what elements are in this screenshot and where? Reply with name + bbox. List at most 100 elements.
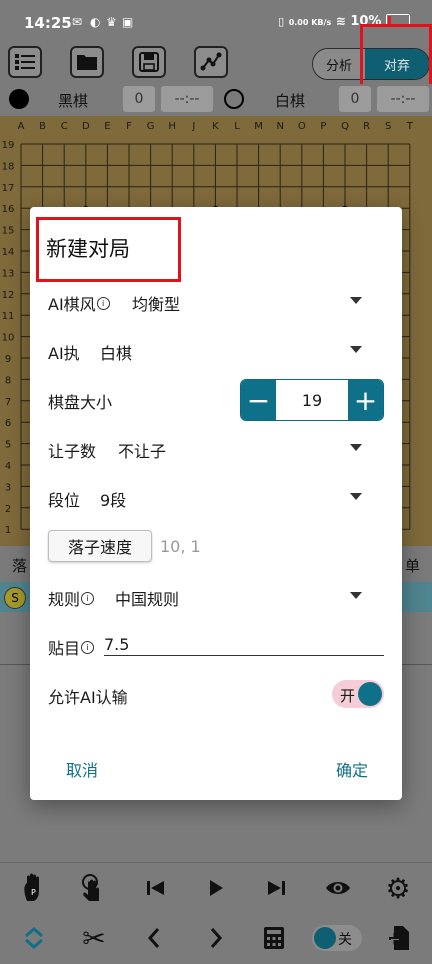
calculator-button[interactable] — [256, 920, 292, 956]
dropdown-arrow-icon — [350, 444, 362, 451]
board-size-value[interactable]: 19 — [276, 380, 348, 420]
play-icon — [210, 880, 223, 896]
pass-hand-icon: P — [24, 873, 39, 901]
divider — [0, 862, 432, 863]
row-label: 11 — [2, 311, 15, 322]
sequence-badge[interactable]: S — [4, 587, 26, 609]
pass-hand-button[interactable]: P — [16, 870, 52, 906]
column-label: J — [191, 121, 195, 132]
settings-button[interactable]: ⚙ — [380, 870, 416, 906]
bottom-toggle[interactable]: 关 — [312, 925, 362, 951]
wifi-icon: ≋ — [335, 14, 346, 28]
info-icon[interactable]: i — [81, 592, 95, 605]
column-label: Q — [341, 121, 349, 132]
row-label: 17 — [2, 183, 15, 194]
row-label: 4 — [5, 461, 11, 472]
row-label: 18 — [2, 161, 15, 172]
mail-icon: ✉ — [72, 15, 83, 29]
move-speed-button[interactable]: 落子速度 — [48, 530, 152, 562]
ai-style-label: AI棋风 i — [48, 291, 110, 315]
column-label: T — [406, 121, 414, 132]
row-label: 13 — [2, 268, 15, 279]
toggle-knob — [314, 927, 336, 949]
eye-icon — [326, 882, 350, 894]
row-label: 5 — [5, 440, 11, 451]
touch-button[interactable] — [74, 870, 110, 906]
column-label: D — [82, 121, 90, 132]
row-label: 19 — [2, 140, 15, 151]
toggle-on-label: 开 — [340, 687, 356, 705]
row-label: 15 — [2, 226, 15, 237]
rules-dropdown[interactable]: 规则 i 中国规则 — [48, 578, 384, 614]
next-button[interactable] — [198, 920, 234, 956]
list-button[interactable] — [8, 46, 42, 78]
row-label: 14 — [2, 247, 15, 258]
skip-forward-icon — [268, 881, 285, 895]
komi-label: 贴目 i — [48, 635, 95, 659]
analyze-tab[interactable]: 分析 — [313, 49, 365, 79]
board-size-label: 棋盘大小 — [48, 393, 113, 412]
black-time: --:-- — [161, 86, 213, 112]
white-captures: 0 — [339, 86, 371, 112]
add-document-button[interactable] — [382, 920, 418, 956]
save-button[interactable] — [132, 46, 166, 78]
white-player-name: 白棋 — [275, 92, 306, 110]
dropdown-arrow-icon — [350, 592, 362, 599]
ai-side-label: AI执 — [48, 344, 80, 363]
speed-row: 落子速度 10, 1 — [48, 530, 384, 566]
scissors-icon: ✂ — [82, 921, 106, 955]
column-label: G — [147, 121, 155, 132]
info-icon[interactable]: i — [96, 297, 110, 310]
ai-style-dropdown[interactable]: AI棋风 i 均衡型 — [48, 283, 384, 319]
graph-button[interactable] — [194, 46, 228, 78]
info-left-text: 落 — [12, 557, 28, 575]
confirm-button[interactable]: 确定 — [336, 757, 368, 781]
row-label: 10 — [2, 333, 15, 344]
handicap-dropdown[interactable]: 让子数 不让子 — [48, 430, 384, 466]
allow-resign-toggle[interactable]: 开 — [332, 680, 384, 708]
cut-button[interactable]: ✂ — [76, 920, 112, 956]
rank-value: 9段 — [100, 491, 127, 510]
svg-text:P: P — [31, 888, 36, 897]
column-label: S — [385, 121, 391, 132]
column-label: M — [254, 121, 263, 132]
column-label: K — [212, 121, 219, 132]
decrement-button[interactable]: − — [241, 380, 276, 420]
rules-label: 规则 i — [48, 586, 95, 610]
ai-style-value: 均衡型 — [132, 295, 181, 314]
skip-back-icon — [147, 881, 164, 895]
status-time: 14:25 — [24, 14, 72, 32]
row-label: 16 — [2, 204, 15, 215]
folder-button[interactable] — [70, 46, 104, 78]
toggle-label: 关 — [338, 932, 352, 948]
increment-button[interactable]: + — [348, 380, 383, 420]
column-label: B — [39, 121, 46, 132]
komi-input[interactable]: 7.5 — [104, 635, 384, 656]
play-button[interactable] — [198, 870, 234, 906]
new-game-dialog: 新建对局 AI棋风 i 均衡型 AI执 白棋 棋盘大小 − 19 + 让子数 不让… — [30, 207, 402, 800]
allow-resign-row: 允许AI认输 开 — [48, 676, 384, 712]
info-icon[interactable]: i — [81, 641, 95, 654]
collapse-button[interactable] — [16, 920, 52, 956]
previous-button[interactable] — [136, 920, 172, 956]
ai-side-dropdown[interactable]: AI执 白棋 — [48, 332, 384, 368]
chevrons-icon — [25, 927, 43, 949]
eye-button[interactable] — [320, 870, 356, 906]
rules-value: 中国规则 — [115, 590, 180, 609]
column-label: P — [320, 121, 326, 132]
crown-icon: ♛ — [106, 15, 117, 29]
add-document-icon — [389, 926, 409, 950]
row-label: 3 — [5, 482, 11, 493]
row-label: 9 — [5, 354, 11, 365]
gear-icon: ⚙ — [385, 871, 411, 905]
komi-label-text: 贴目 — [48, 639, 81, 658]
column-label: A — [18, 121, 25, 132]
board-size-row: 棋盘大小 − 19 + — [48, 379, 384, 421]
rank-dropdown[interactable]: 段位 9段 — [48, 479, 384, 515]
cancel-button[interactable]: 取消 — [66, 757, 98, 781]
black-stone-icon — [9, 89, 29, 109]
black-player-name: 黑棋 — [58, 92, 89, 110]
last-move-button[interactable] — [258, 870, 294, 906]
first-move-button[interactable] — [138, 870, 174, 906]
players-bar: 黑棋 0 --:-- 白棋 0 --:-- — [0, 84, 432, 116]
